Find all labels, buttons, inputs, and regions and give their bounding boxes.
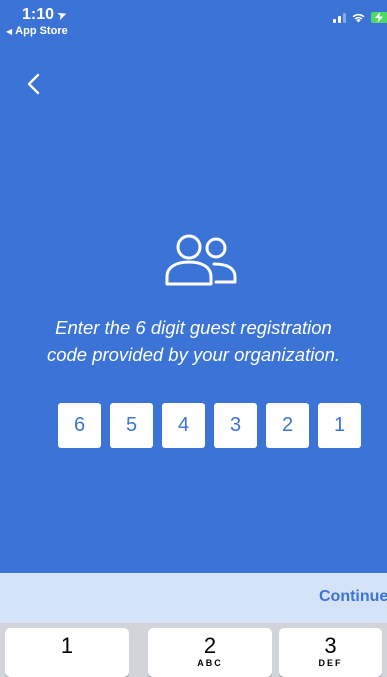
instructions-line-1: Enter the 6 digit guest registration — [55, 317, 332, 338]
instructions-line-2: code provided by your organization. — [46, 344, 341, 365]
wifi-icon — [352, 13, 365, 23]
back-chevron-icon[interactable] — [24, 72, 44, 96]
main-background — [0, 0, 387, 573]
continue-button[interactable]: Continue — [319, 588, 387, 606]
code-digit-3[interactable]: 4 — [162, 403, 205, 448]
key-2[interactable]: 2 ABC — [148, 628, 272, 677]
back-triangle-icon: ◀ — [6, 26, 13, 36]
key-1[interactable]: 1 — [5, 628, 129, 677]
people-icon — [165, 234, 237, 286]
key-3-letters: DEF — [318, 658, 343, 668]
code-digit-2[interactable]: 5 — [110, 403, 153, 448]
code-digit-4[interactable]: 3 — [214, 403, 257, 448]
key-3-number: 3 — [324, 633, 337, 658]
code-digit-6[interactable]: 1 — [318, 403, 361, 448]
key-3[interactable]: 3 DEF — [279, 628, 382, 677]
location-arrow-icon: ➤ — [54, 6, 70, 24]
code-digit-5[interactable]: 2 — [266, 403, 309, 448]
status-time: 1:10 ➤ — [22, 6, 70, 24]
key-2-number: 2 — [203, 633, 217, 658]
key-2-letters: ABC — [197, 658, 223, 668]
cellular-signal-icon — [333, 12, 346, 23]
status-indicators — [333, 12, 387, 23]
code-digit-1[interactable]: 6 — [58, 403, 101, 448]
code-input-row[interactable]: 6 5 4 3 2 1 — [58, 403, 361, 448]
key-1-number: 1 — [60, 633, 74, 658]
status-time-text: 1:10 — [22, 6, 55, 23]
back-to-app-store-link[interactable]: ◀ App Store — [6, 25, 68, 37]
battery-charging-icon — [371, 12, 387, 23]
screen: 1:10 ➤ ◀ App Store Enter the 6 digit gue… — [0, 0, 387, 677]
instructions-text: Enter the 6 digit guest registration cod… — [0, 314, 387, 368]
back-app-label: App Store — [15, 25, 68, 37]
